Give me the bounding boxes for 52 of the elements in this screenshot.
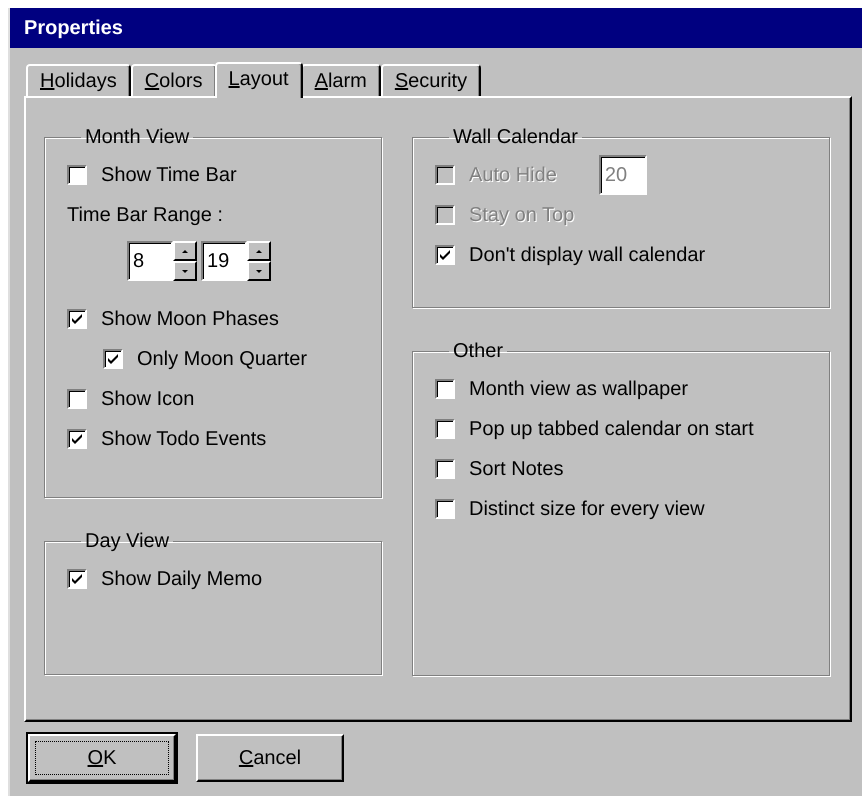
checkbox[interactable] [103,349,123,369]
down-arrow-icon [182,270,188,272]
tab[interactable]: Layout [214,62,303,98]
checkbox-label: Show Daily Memo [101,568,262,590]
cancel-button[interactable]: Cancel [196,734,344,782]
checkbox[interactable] [67,389,87,409]
spin-up-button[interactable] [247,241,271,261]
checkbox-label: Show Time Bar [101,164,237,186]
checkbox-label: Auto Hide [469,164,557,186]
tab[interactable]: Security [380,64,482,96]
number-field[interactable]: 19 [201,241,247,281]
down-arrow-icon [256,270,262,272]
window-title: Properties [24,16,123,40]
checkmark-icon [71,314,83,324]
checkbox-label: Show Icon [101,388,194,410]
group-title: Other [452,340,504,363]
checkbox[interactable] [435,419,455,439]
checkbox[interactable] [435,459,455,479]
checkmark-icon [71,434,83,444]
checkbox[interactable] [435,379,455,399]
spin-down-button[interactable] [247,261,271,281]
checkbox[interactable] [67,309,87,329]
checkbox-label: Stay on Top [469,204,574,226]
checkbox-label: Pop up tabbed calendar on start [469,418,754,440]
group-title: Wall Calendar [452,126,579,149]
ok-button[interactable]: OK [28,734,176,782]
spin-down-button[interactable] [173,261,197,281]
checkbox-label: Don't display wall calendar [469,244,706,266]
spin-up-button[interactable] [173,241,197,261]
checkbox[interactable] [67,569,87,589]
checkbox-label: Show Todo Events [101,428,266,450]
checkmark-icon [71,574,83,584]
checkbox[interactable] [67,429,87,449]
group-title: Day View [84,530,170,553]
checkmark-icon [107,354,119,364]
field-label: Time Bar Range : [67,202,224,228]
checkbox[interactable] [435,245,455,265]
checkbox-label: Distinct size for every view [469,498,705,520]
checkbox-label: Show Moon Phases [101,308,279,330]
checkmark-icon [439,250,451,260]
tab[interactable]: Colors [130,64,217,96]
up-arrow-icon [256,250,262,252]
checkbox[interactable] [435,499,455,519]
up-arrow-icon [182,250,188,252]
number-field[interactable]: 8 [127,241,173,281]
tab[interactable]: Alarm [300,64,381,96]
checkbox-label: Month view as wallpaper [469,378,688,400]
checkbox-label: Only Moon Quarter [137,348,308,370]
group-title: Month View [84,126,190,149]
tab[interactable]: Holidays [26,64,131,96]
checkbox-label: Sort Notes [469,458,564,480]
checkbox[interactable] [67,165,87,185]
